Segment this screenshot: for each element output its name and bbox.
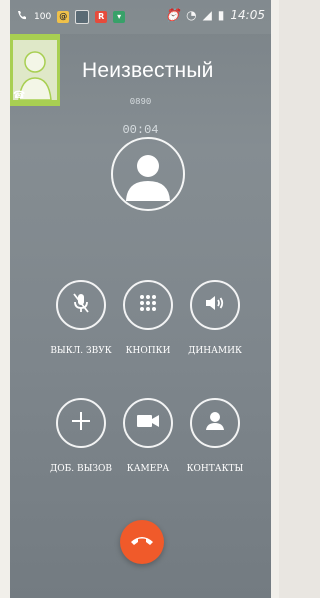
speaker-button[interactable]: [190, 280, 240, 330]
frame-left: [0, 0, 10, 598]
call-status-icon: [16, 9, 28, 24]
end-call-button[interactable]: [120, 520, 164, 564]
image-icon: [75, 9, 90, 24]
status-left: 100 @ R ▾: [16, 9, 126, 24]
mute-button[interactable]: [56, 280, 106, 330]
contacts-button[interactable]: [190, 398, 240, 448]
hangup-icon: [129, 532, 155, 552]
camera-button[interactable]: [123, 398, 173, 448]
call-timer: 00:04: [122, 123, 159, 137]
call-header: ☎ Неизвестный: [10, 34, 271, 120]
call-screen: 100 @ R ▾ ⏰ ◔ ◢ ▮ 14:05 ☎ Неизвестный 08…: [10, 0, 271, 598]
person-icon: [203, 409, 227, 437]
camera-icon: [135, 410, 161, 436]
keypad-icon: [136, 291, 160, 319]
contacts-label: КОНТАКТЫ: [186, 464, 244, 474]
contact-avatar: [111, 137, 185, 211]
speaker-icon: [203, 291, 227, 319]
caller-avatar: ☎: [10, 34, 60, 106]
status-right: ⏰ ◔ ◢ ▮ 14:05: [165, 8, 265, 22]
status-bar: 100 @ R ▾ ⏰ ◔ ◢ ▮ 14:05: [10, 0, 271, 34]
keypad-button[interactable]: [123, 280, 173, 330]
alarm-icon: ⏰: [165, 8, 181, 22]
wifi-icon: ◔: [186, 8, 197, 22]
phone-screen: 100 @ R ▾ ⏰ ◔ ◢ ▮ 14:05 ☎ Неизвестный 08…: [0, 0, 279, 598]
clock: 14:05: [230, 8, 265, 22]
plus-icon: [69, 409, 93, 437]
add-call-button[interactable]: [56, 398, 106, 448]
battery-percent: 100: [34, 11, 52, 22]
caller-number: 0890: [129, 97, 152, 107]
frame-right: [271, 0, 279, 598]
caller-name: Неизвестный: [82, 59, 214, 82]
r-icon: R: [95, 10, 108, 23]
signal-icon: ◢: [202, 8, 212, 22]
speaker-label: ДИНАМИК: [188, 346, 242, 356]
notification-icon: @: [57, 10, 70, 23]
mic-off-icon: [69, 291, 93, 319]
battery-icon: ▮: [217, 8, 225, 22]
shield-icon: ▾: [113, 10, 126, 23]
